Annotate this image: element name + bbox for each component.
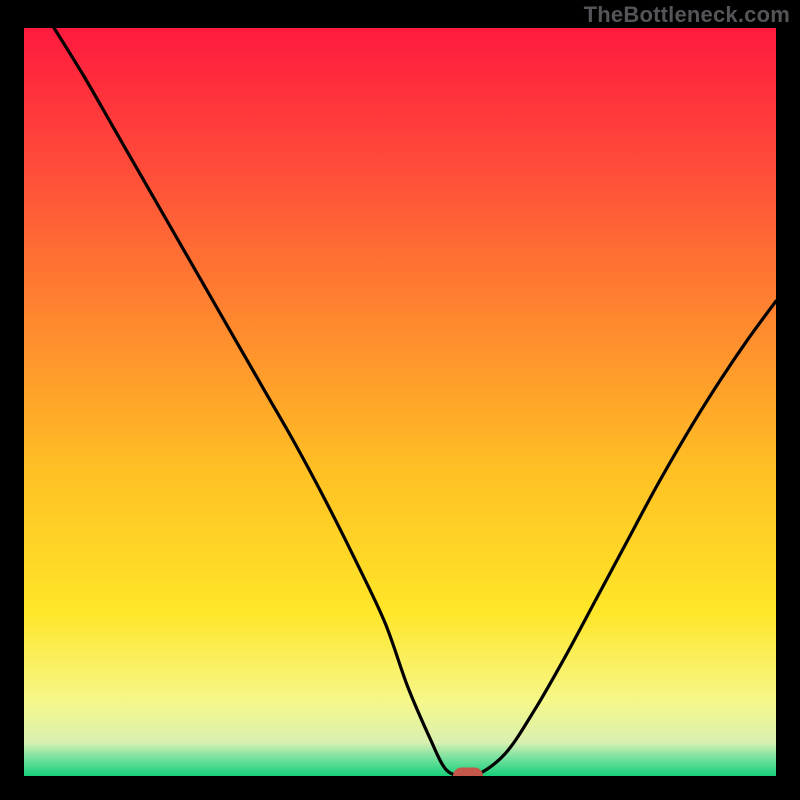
chart-container: TheBottleneck.com — [0, 0, 800, 800]
bottleneck-chart — [24, 28, 776, 776]
bottleneck-marker — [453, 768, 483, 777]
plot-area — [24, 28, 776, 776]
watermark-text: TheBottleneck.com — [584, 2, 790, 28]
